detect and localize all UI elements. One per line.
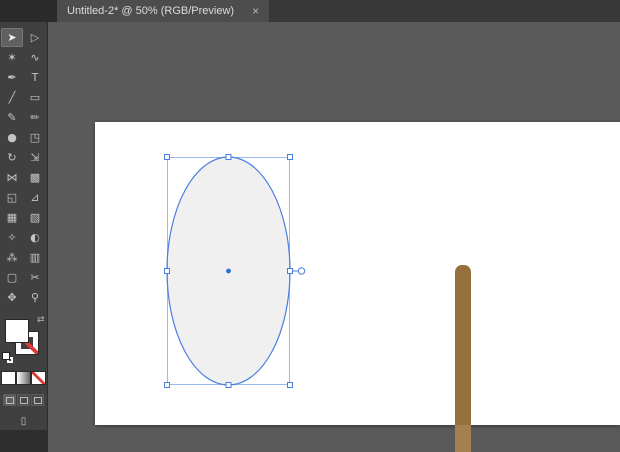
selection-handle-top-center[interactable]	[226, 155, 231, 160]
document-tab-bar: Untitled-2* @ 50% (RGB/Preview) ×	[0, 0, 620, 22]
drawing-modes-row	[3, 394, 44, 406]
width-tool-icon: ⋈	[7, 172, 18, 183]
none-button[interactable]	[32, 372, 45, 384]
pen-tool-icon: ✒	[7, 72, 16, 83]
pencil-tool[interactable]: ✏	[24, 108, 46, 127]
magic-wand-tool[interactable]: ✶	[1, 48, 23, 67]
canvas-area[interactable]	[48, 22, 620, 452]
screen-mode-button[interactable]: ▯	[15, 415, 33, 428]
selection-handle-top-left[interactable]	[165, 155, 170, 160]
selection-handle-bottom-center[interactable]	[226, 383, 231, 388]
free-transform-tool[interactable]: ▩	[24, 168, 46, 187]
blend-tool-icon: ◐	[30, 232, 40, 243]
color-type-row	[2, 372, 45, 384]
gradient-tool[interactable]: ▧	[24, 208, 46, 227]
slice-tool[interactable]: ✂	[24, 268, 46, 287]
document-tab[interactable]: Untitled-2* @ 50% (RGB/Preview) ×	[57, 0, 269, 22]
brown-rectangle-shape[interactable]	[455, 265, 471, 452]
gradient-button[interactable]	[17, 372, 30, 384]
rectangle-tool-icon: ▭	[30, 92, 40, 103]
selection-tool[interactable]: ➤	[1, 28, 23, 47]
default-fill-mini-icon	[3, 353, 9, 359]
column-graph-tool[interactable]: ▥	[24, 248, 46, 267]
ellipse-center-point[interactable]	[226, 269, 231, 274]
direct-selection-tool[interactable]: ▷	[24, 28, 46, 47]
column-graph-tool-icon: ▥	[30, 252, 40, 263]
fill-stroke-widget: ⇄	[3, 317, 45, 363]
free-transform-tool-icon: ▩	[30, 172, 40, 183]
tools-panel: ➤ ▷ ✶ ∿ ✒ T ╱ ▭ ✎ ✏ ● ◳ ↻ ⇲ ⋈ ▩ ◱ ⊿ ▦ ▧ ✧ ◐ ⁂ ▥ ▢ ✂ ✥ ⚲ ⇄	[0, 22, 48, 452]
blend-tool[interactable]: ◐	[24, 228, 46, 247]
lasso-tool-icon: ∿	[30, 52, 39, 63]
line-segment-tool-icon: ╱	[9, 92, 16, 103]
symbol-sprayer-tool-icon: ⁂	[7, 252, 18, 263]
mesh-tool-icon: ▦	[7, 212, 17, 223]
zoom-tool-icon: ⚲	[31, 292, 39, 303]
symbol-sprayer-tool[interactable]: ⁂	[1, 248, 23, 267]
scale-tool[interactable]: ⇲	[24, 148, 46, 167]
direct-selection-tool-icon: ▷	[31, 32, 39, 43]
draw-normal-button[interactable]	[3, 394, 16, 406]
swap-fill-stroke-icon[interactable]: ⇄	[37, 315, 45, 325]
selection-handle-bottom-left[interactable]	[165, 383, 170, 388]
shape-builder-tool[interactable]: ◱	[1, 188, 23, 207]
selection-handle-top-right[interactable]	[288, 155, 293, 160]
selection-overlay	[48, 22, 620, 452]
pen-tool[interactable]: ✒	[1, 68, 23, 87]
selection-handle-bottom-right[interactable]	[288, 383, 293, 388]
hand-tool[interactable]: ✥	[1, 288, 23, 307]
hand-tool-icon: ✥	[7, 292, 16, 303]
fill-swatch[interactable]	[6, 320, 28, 342]
zoom-tool[interactable]: ⚲	[24, 288, 46, 307]
selection-handle-middle-right[interactable]	[288, 269, 293, 274]
color-button[interactable]	[2, 372, 15, 384]
magic-wand-tool-icon: ✶	[7, 52, 16, 63]
type-tool[interactable]: T	[24, 68, 46, 87]
slice-tool-icon: ✂	[30, 272, 39, 283]
illustrator-window: Untitled-2* @ 50% (RGB/Preview) × ➤ ▷ ✶ ∿ ✒ T…	[0, 0, 620, 452]
screen-mode-icon: ▯	[21, 417, 27, 427]
width-tool[interactable]: ⋈	[1, 168, 23, 187]
artboard-tool-icon: ▢	[7, 272, 17, 283]
shape-builder-tool-icon: ◱	[7, 192, 17, 203]
draw-inside-button[interactable]	[31, 394, 44, 406]
type-tool-icon: T	[32, 72, 39, 83]
live-shape-widget[interactable]	[293, 268, 305, 274]
document-tab-title: Untitled-2* @ 50% (RGB/Preview)	[67, 5, 234, 17]
perspective-grid-tool[interactable]: ⊿	[24, 188, 46, 207]
paintbrush-tool[interactable]: ✎	[1, 108, 23, 127]
perspective-grid-tool-icon: ⊿	[30, 192, 39, 203]
eyedropper-tool[interactable]: ✧	[1, 228, 23, 247]
selection-tool-icon: ➤	[7, 32, 16, 43]
tab-close-icon[interactable]: ×	[252, 5, 259, 17]
gradient-tool-icon: ▧	[30, 212, 40, 223]
eyedropper-tool-icon: ✧	[7, 232, 16, 243]
selection-handle-middle-left[interactable]	[165, 269, 170, 274]
default-fill-stroke-icon[interactable]	[3, 353, 13, 363]
rotate-tool[interactable]: ↻	[1, 148, 23, 167]
mesh-tool[interactable]: ▦	[1, 208, 23, 227]
tab-bar-fill	[269, 0, 620, 22]
draw-behind-button[interactable]	[17, 394, 30, 406]
pencil-tool-icon: ✏	[30, 112, 39, 123]
eraser-tool-icon: ◳	[30, 132, 40, 143]
artboard-tool[interactable]: ▢	[1, 268, 23, 287]
line-segment-tool[interactable]: ╱	[1, 88, 23, 107]
blob-brush-tool-icon: ●	[7, 132, 17, 143]
toolbar-footer	[0, 430, 47, 452]
rotate-tool-icon: ↻	[7, 152, 16, 163]
rectangle-tool[interactable]: ▭	[24, 88, 46, 107]
tab-bar-spacer	[0, 0, 57, 22]
scale-tool-icon: ⇲	[30, 152, 39, 163]
tools-grid: ➤ ▷ ✶ ∿ ✒ T ╱ ▭ ✎ ✏ ● ◳ ↻ ⇲ ⋈ ▩ ◱ ⊿ ▦ ▧ ✧ ◐ ⁂ ▥ ▢ ✂ ✥ ⚲	[1, 22, 47, 307]
paintbrush-tool-icon: ✎	[7, 112, 16, 123]
lasso-tool[interactable]: ∿	[24, 48, 46, 67]
blob-brush-tool[interactable]: ●	[1, 128, 23, 147]
eraser-tool[interactable]: ◳	[24, 128, 46, 147]
